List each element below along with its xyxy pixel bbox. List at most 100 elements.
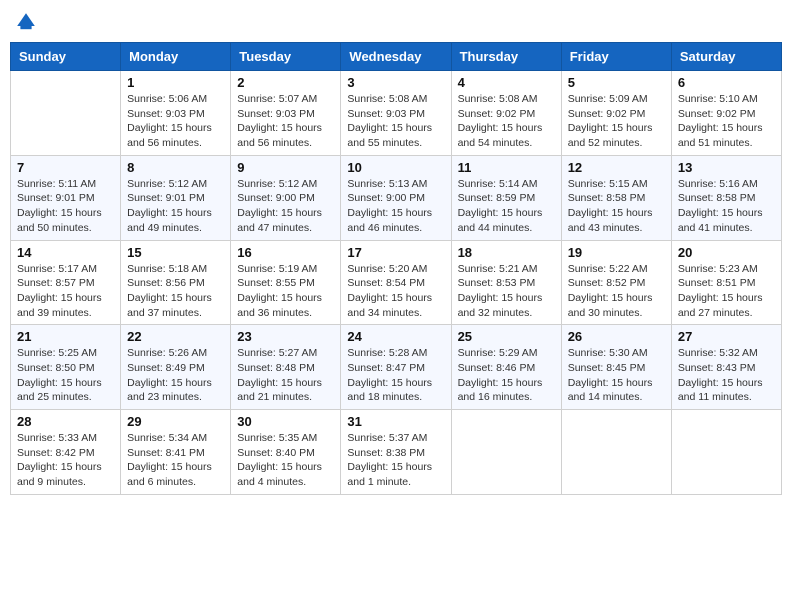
day-number: 17 [347,245,444,260]
calendar-cell: 6 Sunrise: 5:10 AMSunset: 9:02 PMDaylight… [671,71,781,156]
day-info: Sunrise: 5:07 AMSunset: 9:03 PMDaylight:… [237,92,334,151]
day-number: 31 [347,414,444,429]
day-info: Sunrise: 5:33 AMSunset: 8:42 PMDaylight:… [17,431,114,490]
day-info: Sunrise: 5:35 AMSunset: 8:40 PMDaylight:… [237,431,334,490]
calendar-table: SundayMondayTuesdayWednesdayThursdayFrid… [10,42,782,495]
logo [14,10,42,34]
day-number: 3 [347,75,444,90]
day-info: Sunrise: 5:16 AMSunset: 8:58 PMDaylight:… [678,177,775,236]
calendar-cell: 27 Sunrise: 5:32 AMSunset: 8:43 PMDayligh… [671,325,781,410]
calendar-cell: 29 Sunrise: 5:34 AMSunset: 8:41 PMDayligh… [121,410,231,495]
calendar-cell: 8Sunrise: 5:12 AMSunset: 9:01 PMDaylight… [121,155,231,240]
day-info: Sunrise: 5:25 AMSunset: 8:50 PMDaylight:… [17,346,114,405]
calendar-cell [561,410,671,495]
day-info: Sunrise: 5:20 AMSunset: 8:54 PMDaylight:… [347,262,444,321]
calendar-cell [11,71,121,156]
day-info: Sunrise: 5:21 AMSunset: 8:53 PMDaylight:… [458,262,555,321]
day-info: Sunrise: 5:06 AMSunset: 9:03 PMDaylight:… [127,92,224,151]
header-day-wednesday: Wednesday [341,43,451,71]
day-info: Sunrise: 5:27 AMSunset: 8:48 PMDaylight:… [237,346,334,405]
calendar-cell: 3 Sunrise: 5:08 AMSunset: 9:03 PMDaylight… [341,71,451,156]
page-header [10,10,782,34]
day-number: 20 [678,245,775,260]
day-number: 19 [568,245,665,260]
calendar-week-row: 1 Sunrise: 5:06 AMSunset: 9:03 PMDaylight… [11,71,782,156]
day-info: Sunrise: 5:19 AMSunset: 8:55 PMDaylight:… [237,262,334,321]
day-info: Sunrise: 5:11 AMSunset: 9:01 PMDaylight:… [17,177,114,236]
day-number: 13 [678,160,775,175]
calendar-cell: 19 Sunrise: 5:22 AMSunset: 8:52 PMDayligh… [561,240,671,325]
calendar-cell: 1 Sunrise: 5:06 AMSunset: 9:03 PMDaylight… [121,71,231,156]
day-number: 1 [127,75,224,90]
day-info: Sunrise: 5:37 AMSunset: 8:38 PMDaylight:… [347,431,444,490]
calendar-week-row: 28 Sunrise: 5:33 AMSunset: 8:42 PMDayligh… [11,410,782,495]
day-number: 27 [678,329,775,344]
day-number: 5 [568,75,665,90]
day-number: 7 [17,160,114,175]
day-info: Sunrise: 5:30 AMSunset: 8:45 PMDaylight:… [568,346,665,405]
calendar-cell: 4 Sunrise: 5:08 AMSunset: 9:02 PMDaylight… [451,71,561,156]
calendar-cell: 14 Sunrise: 5:17 AMSunset: 8:57 PMDayligh… [11,240,121,325]
day-number: 22 [127,329,224,344]
day-info: Sunrise: 5:26 AMSunset: 8:49 PMDaylight:… [127,346,224,405]
calendar-cell: 26 Sunrise: 5:30 AMSunset: 8:45 PMDayligh… [561,325,671,410]
day-number: 28 [17,414,114,429]
calendar-cell: 24Sunrise: 5:28 AMSunset: 8:47 PMDayligh… [341,325,451,410]
day-number: 12 [568,160,665,175]
calendar-cell: 2Sunrise: 5:07 AMSunset: 9:03 PMDaylight… [231,71,341,156]
day-info: Sunrise: 5:34 AMSunset: 8:41 PMDaylight:… [127,431,224,490]
calendar-cell: 30 Sunrise: 5:35 AMSunset: 8:40 PMDayligh… [231,410,341,495]
calendar-cell: 15 Sunrise: 5:18 AMSunset: 8:56 PMDayligh… [121,240,231,325]
day-number: 24 [347,329,444,344]
day-info: Sunrise: 5:17 AMSunset: 8:57 PMDaylight:… [17,262,114,321]
day-info: Sunrise: 5:08 AMSunset: 9:02 PMDaylight:… [458,92,555,151]
day-number: 29 [127,414,224,429]
calendar-cell: 11 Sunrise: 5:14 AMSunset: 8:59 PMDayligh… [451,155,561,240]
day-info: Sunrise: 5:13 AMSunset: 9:00 PMDaylight:… [347,177,444,236]
day-info: Sunrise: 5:18 AMSunset: 8:56 PMDaylight:… [127,262,224,321]
day-number: 30 [237,414,334,429]
calendar-cell: 21 Sunrise: 5:25 AMSunset: 8:50 PMDayligh… [11,325,121,410]
day-number: 15 [127,245,224,260]
calendar-cell: 12 Sunrise: 5:15 AMSunset: 8:58 PMDayligh… [561,155,671,240]
calendar-cell: 10 Sunrise: 5:13 AMSunset: 9:00 PMDayligh… [341,155,451,240]
header-day-sunday: Sunday [11,43,121,71]
calendar-cell: 9 Sunrise: 5:12 AMSunset: 9:00 PMDaylight… [231,155,341,240]
day-number: 9 [237,160,334,175]
day-info: Sunrise: 5:29 AMSunset: 8:46 PMDaylight:… [458,346,555,405]
calendar-cell [671,410,781,495]
day-info: Sunrise: 5:12 AMSunset: 9:01 PMDaylight:… [127,177,224,236]
calendar-cell: 25 Sunrise: 5:29 AMSunset: 8:46 PMDayligh… [451,325,561,410]
calendar-cell: 23Sunrise: 5:27 AMSunset: 8:48 PMDayligh… [231,325,341,410]
day-number: 11 [458,160,555,175]
calendar-cell: 5Sunrise: 5:09 AMSunset: 9:02 PMDaylight… [561,71,671,156]
day-info: Sunrise: 5:15 AMSunset: 8:58 PMDaylight:… [568,177,665,236]
calendar-cell: 20 Sunrise: 5:23 AMSunset: 8:51 PMDayligh… [671,240,781,325]
day-info: Sunrise: 5:22 AMSunset: 8:52 PMDaylight:… [568,262,665,321]
calendar-cell: 22 Sunrise: 5:26 AMSunset: 8:49 PMDayligh… [121,325,231,410]
day-number: 26 [568,329,665,344]
header-day-friday: Friday [561,43,671,71]
day-number: 21 [17,329,114,344]
day-number: 6 [678,75,775,90]
day-number: 25 [458,329,555,344]
calendar-cell: 13 Sunrise: 5:16 AMSunset: 8:58 PMDayligh… [671,155,781,240]
calendar-header-row: SundayMondayTuesdayWednesdayThursdayFrid… [11,43,782,71]
day-info: Sunrise: 5:14 AMSunset: 8:59 PMDaylight:… [458,177,555,236]
day-number: 16 [237,245,334,260]
day-info: Sunrise: 5:10 AMSunset: 9:02 PMDaylight:… [678,92,775,151]
day-info: Sunrise: 5:08 AMSunset: 9:03 PMDaylight:… [347,92,444,151]
calendar-cell: 16 Sunrise: 5:19 AMSunset: 8:55 PMDayligh… [231,240,341,325]
header-day-monday: Monday [121,43,231,71]
calendar-cell: 17 Sunrise: 5:20 AMSunset: 8:54 PMDayligh… [341,240,451,325]
calendar-week-row: 21 Sunrise: 5:25 AMSunset: 8:50 PMDayligh… [11,325,782,410]
calendar-cell [451,410,561,495]
day-info: Sunrise: 5:32 AMSunset: 8:43 PMDaylight:… [678,346,775,405]
day-number: 14 [17,245,114,260]
day-info: Sunrise: 5:23 AMSunset: 8:51 PMDaylight:… [678,262,775,321]
day-info: Sunrise: 5:12 AMSunset: 9:00 PMDaylight:… [237,177,334,236]
day-number: 4 [458,75,555,90]
header-day-thursday: Thursday [451,43,561,71]
header-day-saturday: Saturday [671,43,781,71]
day-number: 10 [347,160,444,175]
